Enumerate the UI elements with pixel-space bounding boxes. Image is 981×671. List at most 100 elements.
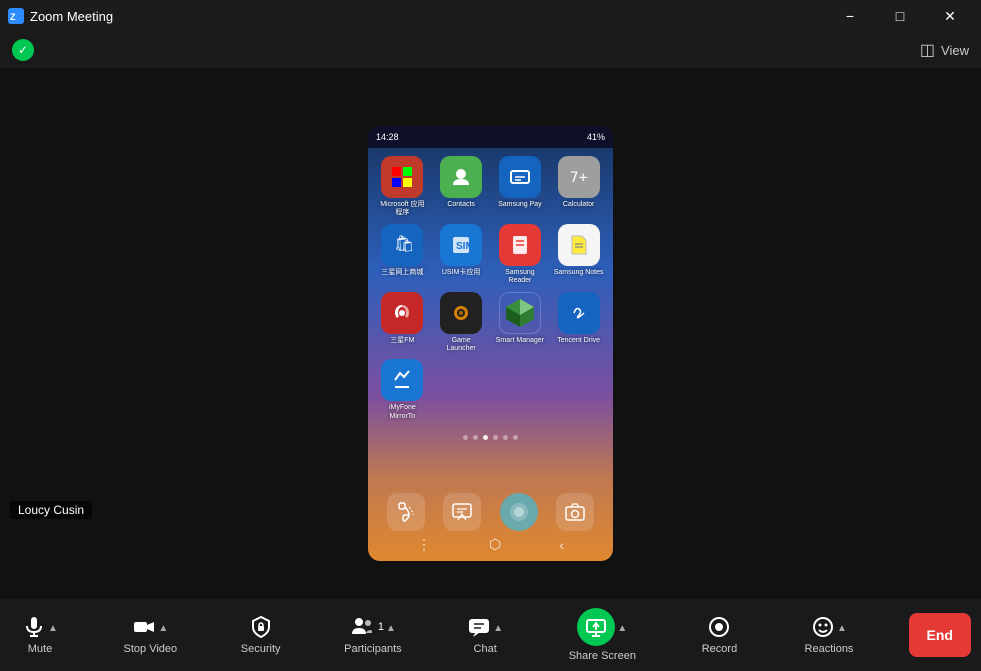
mute-button[interactable]: ▲ Mute bbox=[10, 609, 70, 661]
record-icon-wrap bbox=[707, 615, 731, 639]
app-label: Microsoft 应用程序 bbox=[377, 201, 427, 218]
video-camera-icon bbox=[132, 615, 156, 639]
app-icon bbox=[499, 224, 541, 266]
record-icon bbox=[707, 615, 731, 639]
svg-text:7: 7 bbox=[570, 170, 578, 186]
mute-chevron-icon: ▲ bbox=[48, 623, 58, 634]
window-title: Zoom Meeting bbox=[30, 9, 113, 24]
view-button[interactable]: ◫ View bbox=[920, 40, 969, 60]
topbar: ✓ ◫ View bbox=[0, 32, 981, 68]
list-item: Microsoft 应用程序 bbox=[376, 156, 429, 218]
participants-count: 1 bbox=[378, 621, 384, 633]
app-label: USIM卡应用 bbox=[442, 269, 481, 277]
phone-content: Microsoft 应用程序 Contacts Samsung Pay bbox=[368, 148, 613, 561]
app-icon bbox=[440, 292, 482, 334]
app-label: Smart Manager bbox=[496, 337, 544, 345]
main-content: 14:28 41% Microsoft 应用程序 Contacts bbox=[0, 68, 981, 599]
maximize-button[interactable]: □ bbox=[877, 0, 923, 32]
share-screen-bg bbox=[577, 608, 615, 646]
chat-chevron-icon: ▲ bbox=[493, 623, 503, 634]
stop-video-icon-wrap: ▲ bbox=[132, 615, 168, 639]
participants-icon bbox=[350, 615, 374, 639]
reactions-icon bbox=[811, 615, 835, 639]
dot bbox=[463, 435, 468, 440]
phone-battery: 41% bbox=[587, 132, 605, 142]
share-chevron-icon: ▲ bbox=[617, 623, 627, 634]
phone-nav-back: ‹ bbox=[559, 537, 564, 553]
phone-status-bar: 14:28 41% bbox=[368, 126, 613, 148]
toolbar: ▲ Mute ▲ Stop Video Security bbox=[0, 599, 981, 671]
dock-chat-icon bbox=[443, 493, 481, 531]
participants-icon-wrap: 1 ▲ bbox=[350, 615, 396, 639]
list-item: Tencent Drive bbox=[552, 292, 605, 354]
dot bbox=[473, 435, 478, 440]
app-icon bbox=[499, 156, 541, 198]
app-label: iMyFone MirrorTo bbox=[377, 404, 427, 421]
app-icon bbox=[381, 359, 423, 401]
reactions-icon-wrap: ▲ bbox=[811, 615, 847, 639]
phone-nav: ⋮ ⬡ ‹ bbox=[368, 536, 613, 553]
app-label: 三星FM bbox=[390, 337, 414, 345]
dock-camera-icon bbox=[556, 493, 594, 531]
share-screen-label: Share Screen bbox=[569, 650, 636, 662]
view-grid-icon: ◫ bbox=[920, 40, 935, 60]
list-item: 🛍 三星网上商城 bbox=[376, 224, 429, 286]
list-item: Smart Manager bbox=[494, 292, 547, 354]
security-icon-wrap bbox=[249, 615, 273, 639]
record-button[interactable]: Record bbox=[689, 609, 749, 661]
chat-icon bbox=[467, 615, 491, 639]
app-icon: SIM bbox=[440, 224, 482, 266]
mute-label: Mute bbox=[28, 643, 52, 655]
zoom-logo-icon: Z bbox=[8, 8, 24, 24]
window-controls: − □ ✕ bbox=[827, 0, 973, 32]
phone-nav-menu: ⋮ bbox=[417, 536, 431, 553]
dot-active bbox=[483, 435, 488, 440]
stop-video-button[interactable]: ▲ Stop Video bbox=[120, 609, 182, 661]
svg-text:Z: Z bbox=[10, 12, 16, 22]
app-label: Samsung Notes bbox=[554, 269, 604, 277]
list-item: Game Launcher bbox=[435, 292, 488, 354]
share-screen-icon bbox=[585, 616, 607, 638]
phone-time: 14:28 bbox=[376, 132, 399, 142]
dot bbox=[503, 435, 508, 440]
phone-dots bbox=[368, 429, 613, 446]
mute-icon-wrap: ▲ bbox=[22, 615, 58, 639]
phone-dock bbox=[368, 493, 613, 531]
participants-button[interactable]: 1 ▲ Participants bbox=[340, 609, 405, 661]
microphone-icon bbox=[22, 615, 46, 639]
dot bbox=[493, 435, 498, 440]
app-label: Tencent Drive bbox=[557, 337, 600, 345]
dot bbox=[513, 435, 518, 440]
app-grid: Microsoft 应用程序 Contacts Samsung Pay bbox=[368, 148, 613, 429]
share-screen-icon-wrap: ▲ bbox=[577, 608, 627, 646]
app-label: Game Launcher bbox=[436, 337, 486, 354]
end-button[interactable]: End bbox=[909, 613, 971, 657]
list-item: 三星FM bbox=[376, 292, 429, 354]
minimize-button[interactable]: − bbox=[827, 0, 873, 32]
app-icon: 7+ bbox=[558, 156, 600, 198]
close-button[interactable]: ✕ bbox=[927, 0, 973, 32]
shield-lock-icon bbox=[249, 615, 273, 639]
app-label: Samsung Reader bbox=[495, 269, 545, 286]
record-label: Record bbox=[702, 643, 737, 655]
phone-screen: 14:28 41% Microsoft 应用程序 Contacts bbox=[368, 126, 613, 561]
app-label: 三星网上商城 bbox=[381, 269, 423, 277]
titlebar-left: Z Zoom Meeting bbox=[8, 8, 113, 24]
app-icon: 🛍 bbox=[381, 224, 423, 266]
chat-icon-wrap: ▲ bbox=[467, 615, 503, 639]
dock-phone-icon bbox=[387, 493, 425, 531]
app-label: Calculator bbox=[563, 201, 595, 209]
list-item: SIM USIM卡应用 bbox=[435, 224, 488, 286]
security-button[interactable]: Security bbox=[231, 609, 291, 661]
video-chevron-icon: ▲ bbox=[158, 623, 168, 634]
app-icon bbox=[558, 292, 600, 334]
dock-circle-icon bbox=[500, 493, 538, 531]
app-icon bbox=[381, 156, 423, 198]
share-screen-button[interactable]: ▲ Share Screen bbox=[565, 602, 640, 668]
chat-button[interactable]: ▲ Chat bbox=[455, 609, 515, 661]
reactions-button[interactable]: ▲ Reactions bbox=[799, 609, 859, 661]
titlebar: Z Zoom Meeting − □ ✕ bbox=[0, 0, 981, 32]
list-item: Samsung Notes bbox=[552, 224, 605, 286]
view-label: View bbox=[941, 43, 969, 58]
app-icon bbox=[381, 292, 423, 334]
